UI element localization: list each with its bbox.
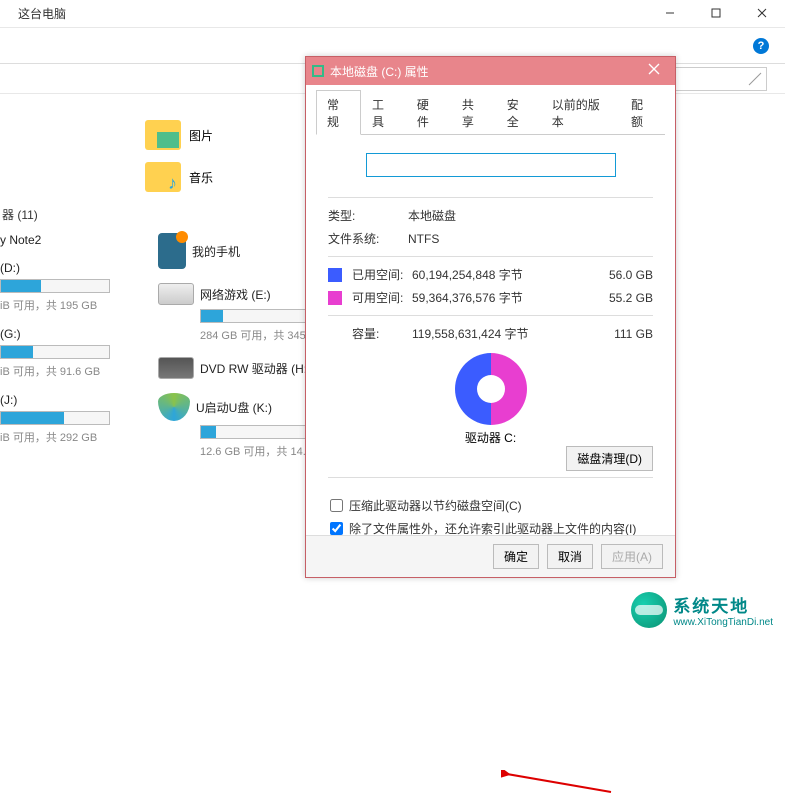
dialog-close-button[interactable] xyxy=(639,61,669,81)
capacity-bar xyxy=(0,411,110,425)
dialog-footer: 确定 取消 应用(A) xyxy=(306,535,675,577)
capacity-bar xyxy=(0,345,110,359)
used-gb: 56.0 GB xyxy=(583,268,653,282)
library-label: 图片 xyxy=(189,127,213,144)
tab-security[interactable]: 安全 xyxy=(496,90,541,135)
help-icon[interactable]: ? xyxy=(753,38,769,54)
watermark: 系统天地 www.XiTongTianDi.net xyxy=(631,592,773,628)
free-gb: 55.2 GB xyxy=(583,291,653,305)
window-controls xyxy=(647,0,785,28)
capacity-bar xyxy=(0,279,110,293)
right-column: 我的手机 网络游戏 (E:) 284 GB 可用，共 345 G DVD RW … xyxy=(150,229,330,469)
main-titlebar: 这台电脑 xyxy=(0,0,785,28)
free-label: 可用空间: xyxy=(352,289,412,306)
dialog-title: 本地磁盘 (C:) 属性 xyxy=(330,63,429,80)
pictures-icon xyxy=(145,120,181,150)
library-label: 音乐 xyxy=(189,169,213,186)
used-color-swatch xyxy=(328,268,342,282)
compress-checkbox[interactable] xyxy=(330,499,343,512)
window-title: 这台电脑 xyxy=(8,5,66,22)
maximize-button[interactable] xyxy=(693,0,739,28)
watermark-title: 系统天地 xyxy=(673,592,773,617)
ok-button[interactable]: 确定 xyxy=(493,544,539,569)
capacity-bar xyxy=(200,425,310,439)
drive-title-icon xyxy=(312,65,324,77)
used-label: 已用空间: xyxy=(352,266,412,283)
usb-icon xyxy=(158,393,190,421)
free-color-swatch xyxy=(328,291,342,305)
phone-icon xyxy=(158,233,186,269)
fs-value: NTFS xyxy=(408,232,653,246)
fs-label: 文件系统: xyxy=(328,230,408,247)
watermark-icon xyxy=(631,592,667,628)
annotation-arrow xyxy=(501,770,621,796)
apply-button[interactable]: 应用(A) xyxy=(601,544,663,569)
free-bytes: 59,364,376,576 字节 xyxy=(412,289,583,306)
cancel-button[interactable]: 取消 xyxy=(547,544,593,569)
properties-dialog: 本地磁盘 (C:) 属性 常规 工具 硬件 共享 安全 以前的版本 配额 类型:… xyxy=(305,56,676,578)
capacity-gb: 111 GB xyxy=(583,327,653,341)
music-icon xyxy=(145,162,181,192)
type-value: 本地磁盘 xyxy=(408,207,653,224)
disk-cleanup-button[interactable]: 磁盘清理(D) xyxy=(566,446,653,471)
drive-item[interactable]: (J:) iB 可用，共 292 GB xyxy=(0,389,140,455)
compress-checkbox-row[interactable]: 压缩此驱动器以节约磁盘空间(C) xyxy=(330,494,651,517)
dvd-icon xyxy=(158,357,194,379)
compress-label: 压缩此驱动器以节约磁盘空间(C) xyxy=(349,497,522,514)
drive-item[interactable]: (G:) iB 可用，共 91.6 GB xyxy=(0,323,140,389)
capacity-label: 容量: xyxy=(352,325,412,342)
used-bytes: 60,194,254,848 字节 xyxy=(412,266,583,283)
tab-hardware[interactable]: 硬件 xyxy=(406,90,451,135)
tab-tools[interactable]: 工具 xyxy=(361,90,406,135)
type-label: 类型: xyxy=(328,207,408,224)
tab-quota[interactable]: 配额 xyxy=(620,90,665,135)
drive-icon xyxy=(158,283,194,305)
index-checkbox[interactable] xyxy=(330,522,343,535)
drive-item[interactable]: y Note2 xyxy=(0,229,140,257)
minimize-button[interactable] xyxy=(647,0,693,28)
left-column: y Note2 (D:) iB 可用，共 195 GB (G:) iB 可用，共… xyxy=(0,229,140,469)
tab-strip: 常规 工具 硬件 共享 安全 以前的版本 配额 xyxy=(316,89,665,135)
usage-pie-chart xyxy=(455,353,527,425)
capacity-bytes: 119,558,631,424 字节 xyxy=(412,325,583,342)
dialog-titlebar[interactable]: 本地磁盘 (C:) 属性 xyxy=(306,57,675,85)
tab-general[interactable]: 常规 xyxy=(316,90,361,135)
tab-previous[interactable]: 以前的版本 xyxy=(541,90,620,135)
drive-label: 驱动器 C: xyxy=(316,429,665,446)
volume-name-input[interactable] xyxy=(366,153,616,177)
tab-share[interactable]: 共享 xyxy=(451,90,496,135)
capacity-bar xyxy=(200,309,310,323)
drive-item[interactable]: (D:) iB 可用，共 195 GB xyxy=(0,257,140,323)
close-button[interactable] xyxy=(739,0,785,28)
watermark-url: www.XiTongTianDi.net xyxy=(673,617,773,628)
